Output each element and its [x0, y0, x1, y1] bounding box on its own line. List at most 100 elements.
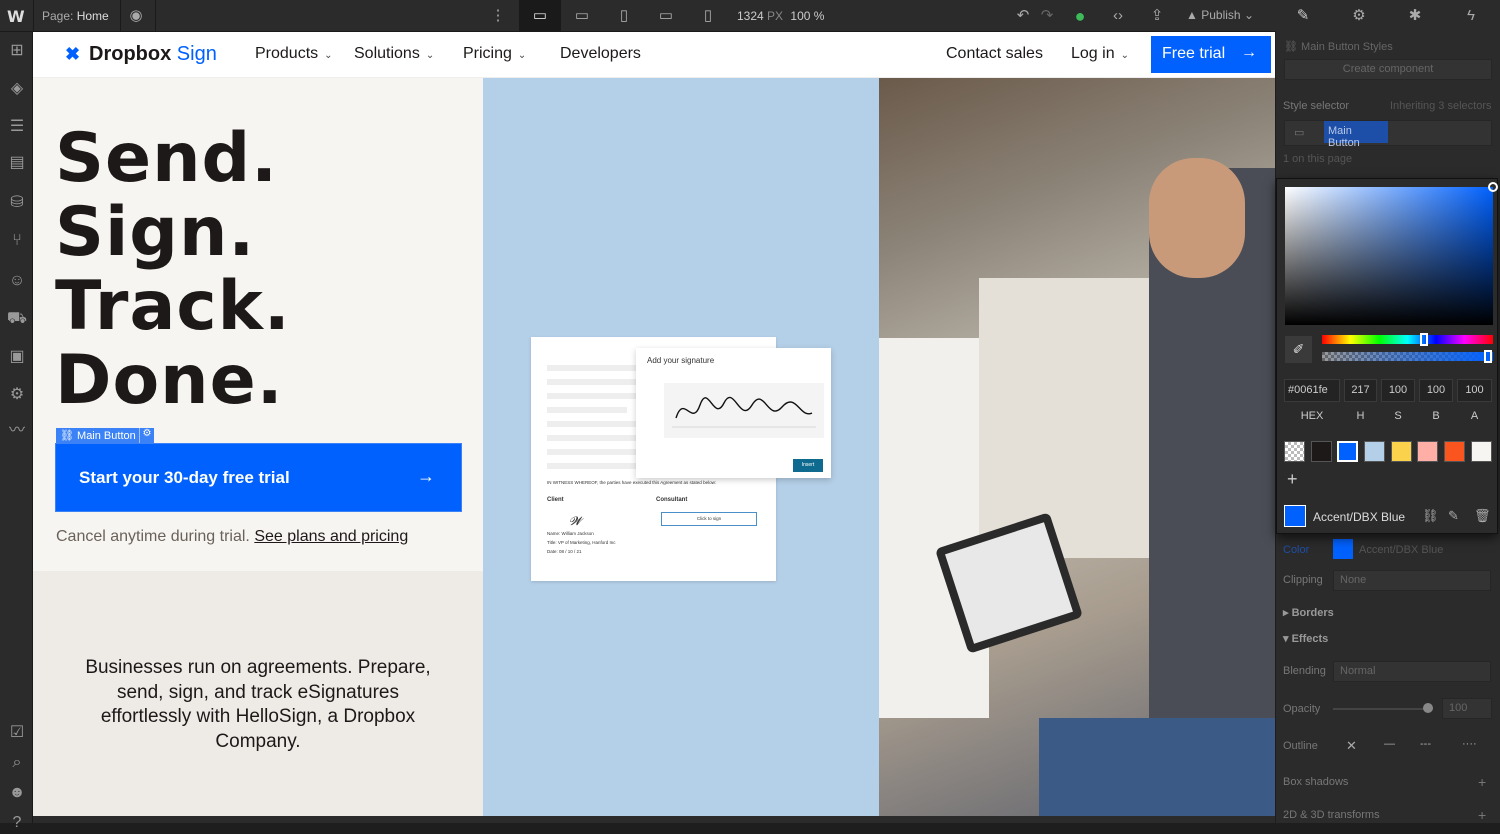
brush-icon[interactable]: ✎ [1292, 6, 1314, 26]
navigator-icon[interactable]: ☰ [6, 116, 28, 138]
interactions-icon[interactable]: ✱ [1404, 6, 1426, 26]
click-to-sign-field[interactable]: Click to sign [661, 512, 757, 526]
nav-label: Pricing [463, 45, 512, 62]
main-cta-button[interactable]: Start your 30-day free trial → [55, 443, 462, 512]
alpha-slider-knob[interactable] [1484, 350, 1492, 363]
swatch-pink[interactable] [1417, 441, 1438, 462]
users-icon[interactable]: ☺ [6, 270, 28, 292]
redo-icon[interactable]: ↷ [1036, 6, 1058, 26]
cms-icon[interactable]: ⛁ [6, 192, 28, 214]
borders-section[interactable]: ▸ Borders [1283, 606, 1334, 619]
page-name: Home [76, 9, 109, 23]
outline-dashed-icon[interactable]: --- [1420, 738, 1431, 750]
contact-sales-link[interactable]: Contact sales [946, 45, 1043, 63]
log-in-menu[interactable]: Log in ⌄ [1071, 45, 1129, 63]
a-input[interactable]: 100 [1457, 379, 1492, 402]
large-desktop-icon[interactable]: ▭ [571, 6, 593, 26]
unlink-icon[interactable]: ⛓ [1422, 508, 1439, 524]
insert-button[interactable]: Insert [793, 459, 823, 472]
canvas-breadcrumb-bar [33, 816, 1275, 823]
site-logo[interactable]: ✖ Dropbox Sign [65, 43, 217, 66]
signature-pad[interactable] [664, 383, 824, 438]
nav-developers[interactable]: Developers [560, 45, 641, 63]
settings-gear-icon[interactable]: ⚙ [1348, 6, 1370, 26]
sv-picker-knob[interactable] [1488, 182, 1498, 192]
clipping-select[interactable]: None [1333, 570, 1491, 591]
swatch-off-white[interactable] [1471, 441, 1492, 462]
trash-icon[interactable]: 🗑 [1474, 508, 1491, 524]
add-shadow-icon[interactable]: + [1478, 774, 1486, 790]
selected-element-tag[interactable]: ⛓ Main Button [56, 428, 140, 444]
swatch-orange[interactable] [1444, 441, 1465, 462]
swatch-light-blue[interactable] [1364, 441, 1385, 462]
b-input[interactable]: 100 [1419, 379, 1453, 402]
element-settings-gear-icon[interactable]: ⚙ [139, 428, 154, 444]
help-icon[interactable]: ? [6, 812, 28, 834]
components-icon[interactable]: ◈ [6, 78, 28, 100]
swatch-dbx-blue[interactable] [1337, 441, 1358, 462]
nav-products[interactable]: Products ⌄ [255, 45, 333, 63]
saturation-brightness-area[interactable] [1285, 187, 1493, 325]
eyedropper-icon[interactable]: ✐ [1285, 336, 1312, 363]
style-selector-label: Style selector [1283, 100, 1350, 112]
code-icon[interactable]: ‹› [1107, 6, 1129, 26]
checkmark-status-icon[interactable]: ● [1069, 6, 1091, 26]
add-swatch-icon[interactable]: + [1287, 469, 1298, 490]
h-input[interactable]: 217 [1344, 379, 1377, 402]
headline-line: Done. [55, 341, 284, 420]
inheriting-link[interactable]: Inheriting 3 selectors [1390, 100, 1492, 112]
outline-solid-icon[interactable]: — [1384, 738, 1395, 750]
settings-icon[interactable]: ⚙ [6, 384, 28, 406]
current-swatch[interactable] [1284, 505, 1306, 527]
hue-slider[interactable] [1322, 335, 1493, 344]
webflow-logo-icon[interactable]: W [7, 7, 29, 26]
mobile-landscape-icon[interactable]: ▭ [655, 6, 677, 26]
add-transform-icon[interactable]: + [1478, 807, 1486, 823]
opacity-slider[interactable] [1333, 708, 1433, 710]
swatch-black[interactable] [1311, 441, 1332, 462]
tablet-icon[interactable]: ▯ [613, 6, 635, 26]
effects-section[interactable]: ▾ Effects [1283, 632, 1328, 645]
page-selector[interactable]: Page: Home [42, 9, 109, 23]
audit-icon[interactable]: 〰 [6, 420, 28, 442]
publish-button[interactable]: ▲ Publish ⌄ [1186, 8, 1254, 22]
selector-chip[interactable]: Main Button [1324, 121, 1388, 149]
eye-icon[interactable]: ◉ [125, 6, 147, 26]
color-swatch[interactable] [1333, 539, 1353, 559]
collaborators-icon[interactable]: ☻ [6, 782, 28, 804]
blending-select[interactable]: Normal [1333, 661, 1491, 682]
undo-icon[interactable]: ↶ [1012, 6, 1034, 26]
free-trial-button[interactable]: Free trial → [1151, 36, 1271, 73]
lightning-icon[interactable]: ϟ [1460, 6, 1482, 26]
assets-icon[interactable]: ▣ [6, 346, 28, 368]
selector-field[interactable] [1284, 120, 1492, 146]
outline-none-icon[interactable]: ✕ [1346, 738, 1357, 754]
signature-modal: Add your signature Insert [636, 348, 831, 478]
more-vertical-icon[interactable]: ⋮ [487, 6, 509, 26]
desktop-icon[interactable]: ▭ [529, 6, 551, 26]
hex-input[interactable]: #0061fe [1284, 379, 1340, 402]
nav-solutions[interactable]: Solutions ⌄ [354, 45, 434, 63]
ecommerce-cart-icon[interactable]: ⛟ [6, 308, 28, 330]
hue-slider-knob[interactable] [1420, 333, 1428, 346]
mobile-portrait-icon[interactable]: ▯ [697, 6, 719, 26]
swatch-transparent[interactable] [1284, 441, 1305, 462]
blurb-section: Businesses run on agreements. Prepare, s… [33, 571, 483, 816]
plans-pricing-link[interactable]: See plans and pricing [254, 528, 408, 545]
tasks-checkbox-icon[interactable]: ☑ [6, 722, 28, 744]
design-canvas[interactable]: ✖ Dropbox Sign Products ⌄ Solutions ⌄ Prici… [33, 32, 1275, 816]
opacity-input[interactable]: 100 [1442, 698, 1492, 719]
search-icon[interactable]: ⌕ [6, 752, 28, 774]
nav-pricing[interactable]: Pricing ⌄ [463, 45, 526, 63]
create-component-button[interactable]: Create component [1284, 59, 1492, 80]
edit-pencil-icon[interactable]: ✎ [1448, 508, 1459, 524]
swatch-yellow[interactable] [1391, 441, 1412, 462]
logic-icon[interactable]: ⑂ [6, 230, 28, 252]
export-icon[interactable]: ⇪ [1146, 6, 1168, 26]
s-input[interactable]: 100 [1381, 379, 1415, 402]
pages-icon[interactable]: ▤ [6, 152, 28, 174]
add-element-icon[interactable]: ⊞ [6, 40, 28, 62]
alpha-slider[interactable] [1322, 352, 1493, 361]
outline-dotted-icon[interactable]: ···· [1462, 738, 1477, 750]
opacity-slider-knob[interactable] [1423, 703, 1433, 713]
